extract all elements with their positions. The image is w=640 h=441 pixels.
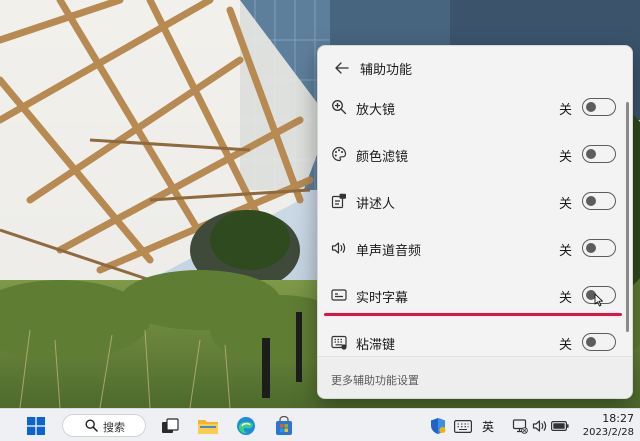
flyout-footer: 更多辅助功能设置 bbox=[318, 356, 632, 398]
security-tray-button[interactable] bbox=[426, 414, 450, 438]
volume-icon bbox=[532, 420, 547, 432]
battery-tray-button[interactable] bbox=[548, 414, 572, 438]
highlight-underline bbox=[324, 313, 622, 316]
back-button[interactable] bbox=[330, 56, 354, 80]
battery-icon bbox=[551, 421, 569, 432]
toggle-knob bbox=[586, 243, 596, 253]
setting-state: 关 bbox=[559, 244, 573, 259]
setting-label: 单声道音频 bbox=[356, 244, 422, 259]
search-label: 搜索 bbox=[103, 421, 125, 434]
toggle-knob bbox=[586, 149, 596, 159]
toggle-knob bbox=[586, 337, 596, 347]
setting-row-narrator: 讲述人 关 bbox=[318, 179, 632, 225]
toggle-knob bbox=[586, 196, 596, 206]
more-accessibility-settings-link[interactable]: 更多辅助功能设置 bbox=[331, 372, 419, 388]
palette-icon bbox=[330, 145, 348, 163]
taskbar-search-box[interactable]: 搜索 bbox=[62, 414, 146, 437]
edge-browser-button[interactable] bbox=[234, 414, 258, 438]
narrator-icon bbox=[330, 192, 348, 210]
setting-row-mono-audio: 单声道音频 关 bbox=[318, 226, 632, 272]
magnifier-toggle[interactable] bbox=[582, 98, 616, 116]
captions-icon bbox=[330, 286, 348, 304]
flyout-header: 辅助功能 bbox=[318, 46, 632, 90]
search-icon bbox=[85, 419, 98, 432]
setting-label: 放大镜 bbox=[356, 103, 396, 118]
clock-time: 18:27 bbox=[602, 412, 634, 425]
keyboard-tray-button[interactable] bbox=[451, 414, 475, 438]
setting-label: 颜色滤镜 bbox=[356, 150, 409, 165]
store-button[interactable] bbox=[272, 414, 296, 438]
toggle-knob bbox=[586, 102, 596, 112]
input-method-indicator[interactable]: 英 bbox=[482, 418, 494, 435]
setting-label: 粘滞键 bbox=[356, 338, 396, 353]
edge-icon bbox=[237, 417, 255, 435]
clock-date: 2023/2/28 bbox=[582, 427, 634, 438]
setting-state: 关 bbox=[559, 150, 573, 165]
color-filters-toggle[interactable] bbox=[582, 145, 616, 163]
mono-audio-toggle[interactable] bbox=[582, 239, 616, 257]
sticky-keys-toggle[interactable] bbox=[582, 333, 616, 351]
flyout-title: 辅助功能 bbox=[360, 63, 413, 78]
setting-state: 关 bbox=[559, 291, 573, 306]
task-view-icon bbox=[162, 418, 179, 433]
flyout-scrollbar[interactable] bbox=[626, 102, 629, 332]
accessibility-flyout: 辅助功能 放大镜 关 颜色滤镜 关 讲述人 关 单声道音频 关 实时字幕 关 粘… bbox=[317, 45, 633, 399]
start-button[interactable] bbox=[24, 414, 48, 438]
network-icon bbox=[512, 419, 528, 434]
file-explorer-button[interactable] bbox=[196, 414, 220, 438]
setting-label: 讲述人 bbox=[356, 197, 396, 212]
back-arrow-icon bbox=[335, 62, 349, 74]
folder-icon bbox=[198, 420, 218, 434]
windows-logo-icon bbox=[27, 417, 45, 435]
setting-state: 关 bbox=[559, 197, 573, 212]
keyboard-icon bbox=[454, 419, 472, 433]
mono-audio-icon bbox=[330, 239, 348, 257]
setting-label: 实时字幕 bbox=[356, 291, 409, 306]
taskbar-clock[interactable]: 18:27 2023/2/28 bbox=[578, 412, 634, 439]
shield-icon bbox=[431, 418, 446, 434]
magnifier-icon bbox=[330, 98, 348, 116]
store-icon bbox=[276, 416, 292, 435]
task-view-button[interactable] bbox=[158, 414, 182, 438]
taskbar: 搜索 英 18:27 2023/2/28 bbox=[0, 408, 640, 441]
setting-state: 关 bbox=[559, 338, 573, 353]
sticky-keys-icon bbox=[330, 333, 348, 351]
setting-state: 关 bbox=[559, 103, 573, 118]
narrator-toggle[interactable] bbox=[582, 192, 616, 210]
setting-row-color-filters: 颜色滤镜 关 bbox=[318, 132, 632, 178]
mouse-cursor-icon bbox=[594, 293, 603, 307]
setting-row-magnifier: 放大镜 关 bbox=[318, 85, 632, 131]
